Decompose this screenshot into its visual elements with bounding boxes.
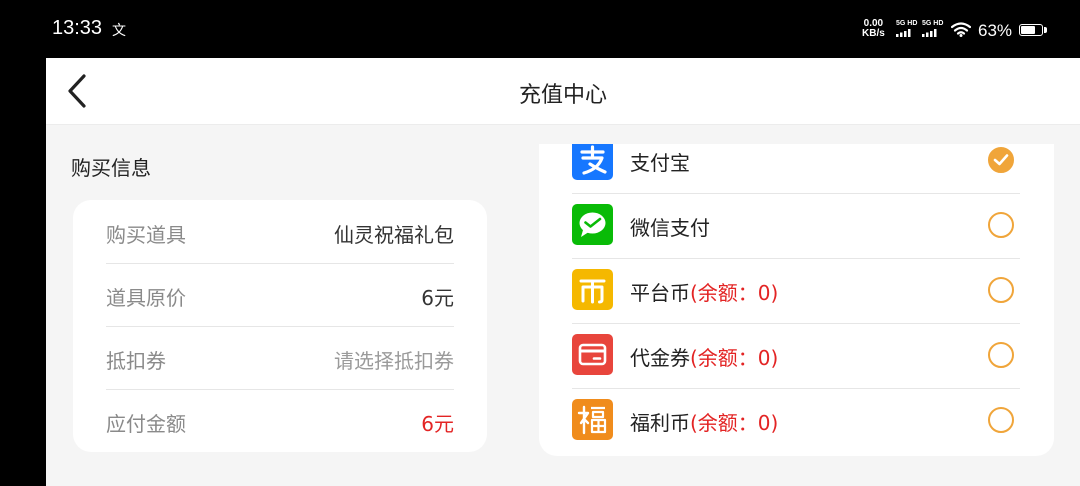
radio-checked-alipay[interactable] <box>988 147 1014 173</box>
payment-option-wechat[interactable]: 微信支付 <box>572 193 1020 259</box>
checkmark-icon <box>993 154 1009 166</box>
radio-platform-coin[interactable] <box>988 277 1014 303</box>
signal-1-label: 5G HD <box>896 20 918 27</box>
purchase-info-title: 购买信息 <box>71 156 151 180</box>
signal-icon-2: 5G HD <box>922 20 943 37</box>
battery-percent: 63% <box>978 21 1013 40</box>
welfare-coin-icon <box>572 399 613 440</box>
notification-icon: 文 <box>112 23 126 39</box>
info-row-amount-due: 应付金额 6元 <box>106 389 454 452</box>
original-price-label: 道具原价 <box>106 286 186 310</box>
app-header: 充值中心 <box>46 58 1080 125</box>
item-label: 购买道具 <box>106 223 186 247</box>
voucher-label: 抵扣券 <box>106 349 166 373</box>
payment-label-platform-coin: 平台币(余额：0) <box>630 281 779 305</box>
recharge-panel: 充值中心 购买信息 购买道具 仙灵祝福礼包 道具原价 6元 抵扣券 请选择抵扣券… <box>46 58 1080 486</box>
wifi-icon <box>951 22 971 37</box>
battery-icon <box>1019 24 1043 36</box>
payment-option-voucher[interactable]: 代金券(余额：0) <box>572 323 1020 389</box>
page-title: 充值中心 <box>518 83 607 108</box>
radio-wechat[interactable] <box>988 212 1014 238</box>
info-row-voucher[interactable]: 抵扣券 请选择抵扣券 <box>106 326 454 390</box>
battery-tip <box>1044 27 1047 33</box>
signal-2-label: 5G HD <box>922 20 944 27</box>
platform-coin-balance: (余额：0) <box>690 281 779 305</box>
payment-label-welfare-coin: 福利币(余额：0) <box>630 411 779 435</box>
payment-methods-card: 支付宝 微信支付 平台币(余额：0) 代金券(余额：0) 福利币(余额：0) <box>539 144 1054 456</box>
payment-option-alipay[interactable]: 支付宝 <box>572 144 1020 194</box>
info-row-original-price: 道具原价 6元 <box>106 263 454 327</box>
voucher-select[interactable]: 请选择抵扣券 <box>334 345 454 374</box>
voucher-icon <box>572 334 613 375</box>
amount-due-value: 6元 <box>421 412 454 436</box>
wechat-pay-icon <box>572 204 613 245</box>
payment-option-welfare-coin[interactable]: 福利币(余额：0) <box>572 388 1020 453</box>
signal-icon-1: 5G HD <box>896 20 917 37</box>
amount-due-label: 应付金额 <box>106 412 186 436</box>
payment-option-platform-coin[interactable]: 平台币(余额：0) <box>572 258 1020 324</box>
radio-voucher[interactable] <box>988 342 1014 368</box>
voucher-balance: (余额：0) <box>690 346 779 370</box>
payment-label-alipay: 支付宝 <box>630 151 690 175</box>
payment-label-voucher: 代金券(余额：0) <box>630 346 779 370</box>
welfare-coin-balance: (余额：0) <box>690 411 779 435</box>
status-time: 13:33 <box>52 17 103 39</box>
alipay-icon <box>572 144 613 180</box>
info-row-item: 购买道具 仙灵祝福礼包 <box>106 200 454 264</box>
payment-label-wechat: 微信支付 <box>630 216 710 240</box>
network-speed: 0.00 KB/s <box>862 19 885 39</box>
purchase-info-card: 购买道具 仙灵祝福礼包 道具原价 6元 抵扣券 请选择抵扣券 应付金额 6元 <box>73 200 487 452</box>
radio-welfare-coin[interactable] <box>988 407 1014 433</box>
network-speed-unit: KB/s <box>862 28 885 39</box>
item-value: 仙灵祝福礼包 <box>334 223 454 247</box>
original-price-value: 6元 <box>421 286 454 310</box>
platform-coin-icon <box>572 269 613 310</box>
status-bar: 13:33 文 0.00 KB/s 5G HD 5G HD 63% <box>0 0 1080 58</box>
